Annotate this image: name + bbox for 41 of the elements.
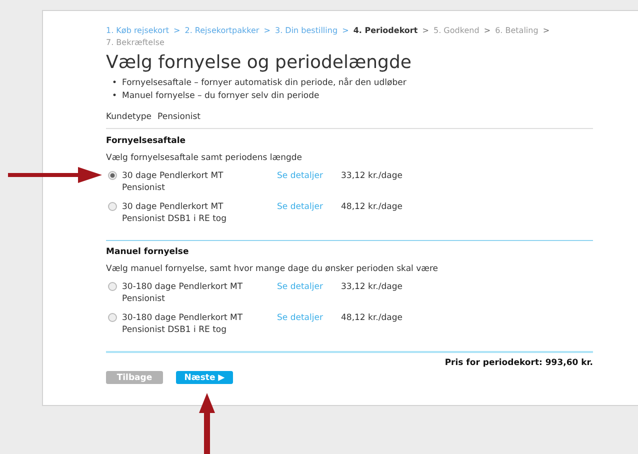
customer-type-label: Kundetype xyxy=(106,111,152,123)
details-link[interactable]: Se detaljer xyxy=(277,201,341,213)
radio-button[interactable] xyxy=(108,313,117,322)
page-title: Vælg fornyelse og periodelængde xyxy=(106,52,412,74)
bullet-item: Manuel fornyelse – du fornyer selv din periode xyxy=(122,90,320,103)
radio-button[interactable] xyxy=(108,282,117,291)
back-button[interactable]: Tilbage xyxy=(106,371,163,384)
total-price: Pris for periodekort: 993,60 kr. xyxy=(444,357,593,369)
separator: > xyxy=(484,26,491,35)
arrow-icon xyxy=(8,167,102,183)
separator: > xyxy=(422,26,429,35)
section-heading: Manuel fornyelse xyxy=(106,246,190,258)
step-link[interactable]: 1. Køb rejsekort xyxy=(106,26,169,35)
radio-button[interactable] xyxy=(108,171,117,180)
option-name: 30 dage Pendlerkort MT Pensionist DSB1 i RE tog xyxy=(122,201,228,225)
customer-type-value: Pensionist xyxy=(158,111,200,123)
option-price: 33,12 kr./dage xyxy=(341,170,402,182)
bullet-marker: • xyxy=(112,77,118,90)
option-name: 30 dage Pendlerkort MT Pensionist xyxy=(122,170,224,194)
bullet-marker: • xyxy=(112,90,118,103)
option-price: 48,12 kr./dage xyxy=(341,312,402,324)
details-link[interactable]: Se detaljer xyxy=(277,170,341,182)
section-intro: Vælg fornyelsesaftale samt periodens længde xyxy=(106,152,304,164)
arrow-icon xyxy=(199,393,215,454)
option-name: 30-180 dage Pendlerkort MT Pensionist DSB1 i RE tog xyxy=(122,312,244,336)
section-heading: Fornyelsesaftale xyxy=(106,135,187,147)
radio-button[interactable] xyxy=(108,202,117,211)
details-link[interactable]: Se detaljer xyxy=(277,281,341,293)
details-link[interactable]: Se detaljer xyxy=(277,312,341,324)
bullet-item: Fornyelsesaftale – fornyer automatisk din periode, når den udløber xyxy=(122,77,406,90)
separator: > xyxy=(264,26,270,35)
option-price: 33,12 kr./dage xyxy=(341,281,402,293)
step-link[interactable]: 2. Rejsekortpakker xyxy=(184,26,260,35)
next-button[interactable]: Næste ▶ xyxy=(176,371,233,384)
option-name: 30-180 dage Pendlerkort MT Pensionist xyxy=(122,281,244,305)
section-intro: Vælg manuel fornyelse, samt hvor mange dage du ønsker perioden skal være xyxy=(106,263,440,275)
separator: > xyxy=(342,26,349,35)
option-price: 48,12 kr./dage xyxy=(341,201,402,213)
separator: > xyxy=(542,26,550,35)
separator: > xyxy=(174,26,180,35)
step-link[interactable]: 3. Din bestilling xyxy=(275,26,338,35)
